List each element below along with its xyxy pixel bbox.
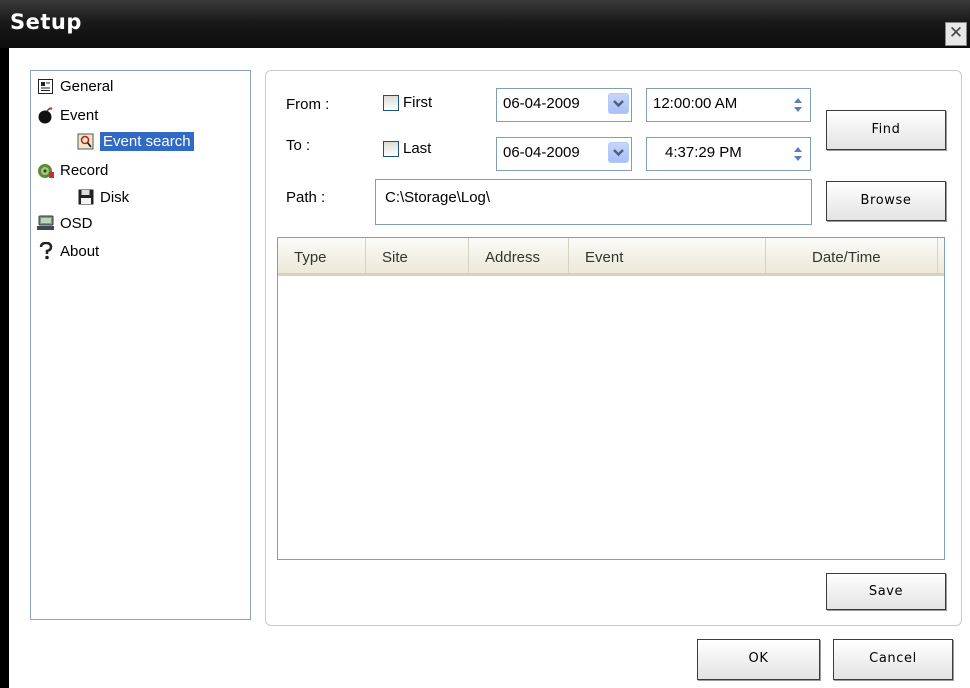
tree-item-disk[interactable]: Disk xyxy=(77,186,129,208)
tree-item-event-search[interactable]: Event search xyxy=(77,130,194,152)
spin-arrows-icon[interactable] xyxy=(791,144,805,164)
tree-item-label: Event search xyxy=(100,131,194,151)
from-time-spinner[interactable]: 12:00:00 AM xyxy=(646,88,811,122)
title-bar[interactable]: Setup ✕ xyxy=(0,0,970,48)
tree-item-general[interactable]: General xyxy=(37,75,113,97)
ok-button-label: OK xyxy=(748,651,769,666)
from-time-value: 12:00:00 AM xyxy=(653,95,738,112)
last-checkbox[interactable] xyxy=(383,141,399,157)
column-header-site[interactable]: Site xyxy=(366,238,469,273)
column-header-address[interactable]: Address xyxy=(469,238,569,273)
general-icon xyxy=(37,78,54,95)
event-list[interactable]: Type Site Address Event Date/Time xyxy=(277,237,945,560)
to-date-value: 06-04-2009 xyxy=(503,144,580,161)
last-label: Last xyxy=(403,140,432,157)
tree-item-label: About xyxy=(60,242,100,260)
first-checkbox[interactable] xyxy=(383,95,399,111)
find-button[interactable]: Find xyxy=(826,110,946,150)
path-input[interactable]: C:\Storage\Log\ xyxy=(375,179,812,225)
osd-icon xyxy=(37,215,54,232)
about-icon xyxy=(37,242,54,260)
event-search-icon xyxy=(77,133,94,150)
cancel-button-label: Cancel xyxy=(869,651,917,666)
save-button[interactable]: Save xyxy=(826,573,946,610)
bomb-icon xyxy=(37,106,54,124)
path-value: C:\Storage\Log\ xyxy=(385,189,491,206)
from-date-value: 06-04-2009 xyxy=(503,95,580,112)
to-label: To : xyxy=(286,137,311,154)
from-date-select[interactable]: 06-04-2009 xyxy=(496,88,632,122)
to-time-value: 4:37:29 PM xyxy=(665,144,742,161)
tree-item-about[interactable]: About xyxy=(37,240,99,262)
browse-button-label: Browse xyxy=(860,193,912,208)
window-left-border xyxy=(0,48,9,688)
cancel-button[interactable]: Cancel xyxy=(833,639,953,680)
path-label: Path : xyxy=(286,189,326,206)
to-date-select[interactable]: 06-04-2009 xyxy=(496,137,632,171)
column-header-type[interactable]: Type xyxy=(278,238,366,273)
tree-item-label: Record xyxy=(60,161,109,179)
first-label: First xyxy=(403,94,433,111)
find-button-label: Find xyxy=(871,122,901,137)
tree-item-label: General xyxy=(60,77,114,95)
window-title: Setup xyxy=(10,10,82,34)
tree-item-label: Event xyxy=(60,106,99,124)
tree-item-label: OSD xyxy=(60,214,93,232)
from-label: From : xyxy=(286,96,330,113)
chevron-down-icon[interactable] xyxy=(608,142,629,163)
browse-button[interactable]: Browse xyxy=(826,181,946,221)
setup-tree: General Event Event search Record Disk O… xyxy=(30,70,251,620)
record-icon xyxy=(37,162,54,179)
tree-item-event[interactable]: Event xyxy=(37,104,98,126)
list-header: Type Site Address Event Date/Time xyxy=(278,238,944,276)
tree-item-label: Disk xyxy=(100,188,130,206)
to-time-spinner[interactable]: 4:37:29 PM xyxy=(646,137,811,171)
ok-button[interactable]: OK xyxy=(697,639,820,680)
chevron-down-icon[interactable] xyxy=(608,93,629,114)
close-icon: ✕ xyxy=(948,23,964,42)
column-header-datetime[interactable]: Date/Time xyxy=(766,238,938,273)
tree-item-osd[interactable]: OSD xyxy=(37,212,93,234)
close-button[interactable]: ✕ xyxy=(945,22,967,46)
save-button-label: Save xyxy=(868,584,904,599)
setup-window: Setup ✕ General Event Event search Recor… xyxy=(0,0,970,688)
tree-item-record[interactable]: Record xyxy=(37,159,108,181)
column-header-event[interactable]: Event xyxy=(569,238,766,273)
spin-arrows-icon[interactable] xyxy=(791,95,805,115)
floppy-disk-icon xyxy=(77,189,94,206)
